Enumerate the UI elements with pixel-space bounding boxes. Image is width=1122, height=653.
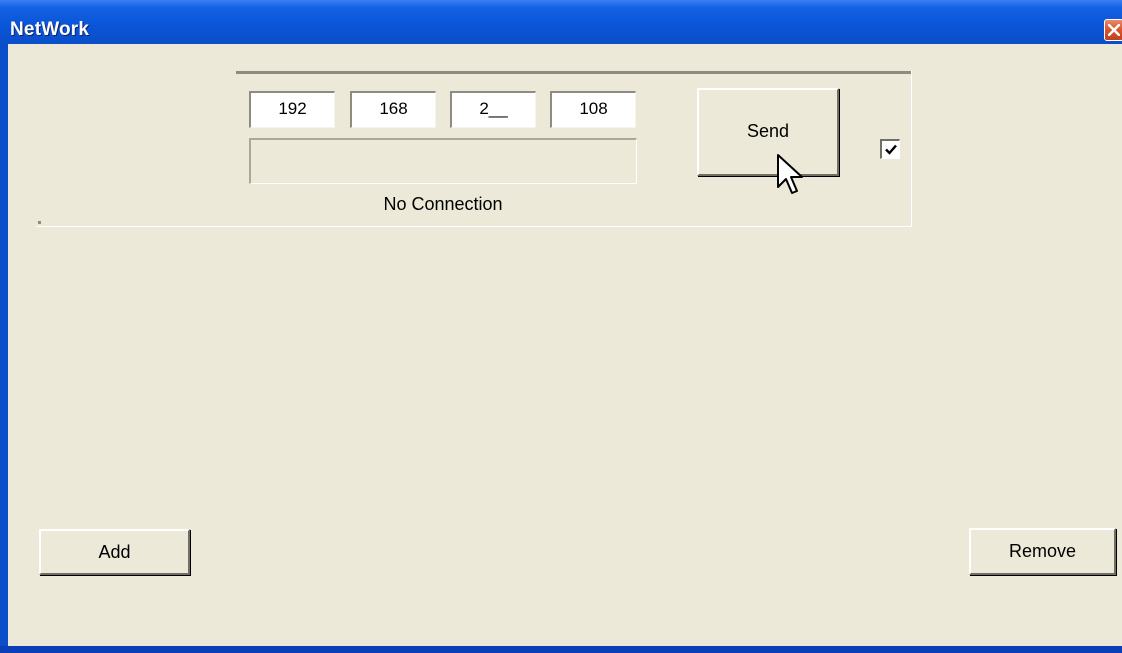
add-button[interactable]: Add — [39, 529, 190, 575]
checkmark-icon — [885, 144, 897, 155]
send-button[interactable]: Send — [697, 88, 839, 176]
ip-octet-3-input[interactable]: 2__ — [450, 91, 536, 128]
connection-status-label: No Connection — [383, 194, 503, 214]
window-frame-left — [0, 44, 8, 646]
ip-octet-2-value: 168 — [379, 99, 408, 118]
close-icon — [1108, 24, 1120, 36]
group-box-bottom-border — [36, 226, 912, 227]
ip-octet-2-input[interactable]: 168 — [350, 91, 436, 128]
group-box-corner-mark — [38, 221, 41, 224]
mouse-pointer-icon — [777, 154, 803, 194]
network-window: NetWork 192 168 2__ 108 No Connection Se… — [0, 0, 1122, 653]
ip-octet-4-value: 108 — [579, 99, 608, 118]
message-field[interactable] — [249, 138, 637, 184]
window-client-area: 192 168 2__ 108 No Connection Send Add R… — [8, 44, 1122, 646]
group-box-right-border — [911, 71, 912, 227]
close-button[interactable] — [1104, 19, 1122, 41]
window-title: NetWork — [10, 19, 90, 40]
remove-button[interactable]: Remove — [969, 528, 1116, 575]
ip-octet-1-input[interactable]: 192 — [249, 91, 335, 128]
group-box-top-border — [236, 71, 911, 74]
enable-checkbox[interactable] — [880, 139, 900, 159]
title-bar[interactable]: NetWork — [0, 0, 1122, 44]
ip-octet-1-value: 192 — [278, 99, 307, 118]
ip-octet-3-value: 2__ — [479, 99, 508, 118]
window-frame-bottom — [0, 646, 1122, 653]
ip-octet-4-input[interactable]: 108 — [550, 91, 636, 128]
